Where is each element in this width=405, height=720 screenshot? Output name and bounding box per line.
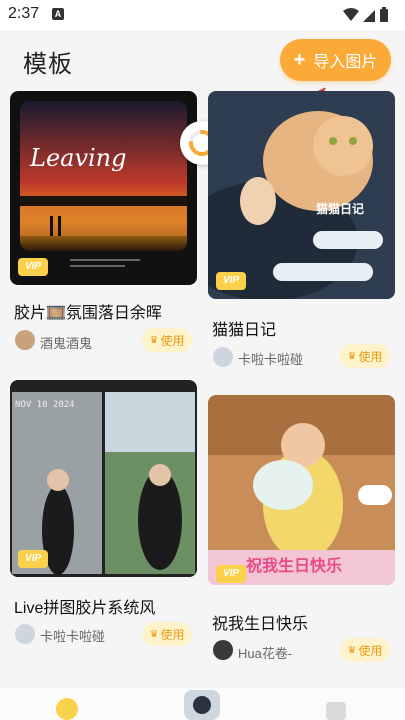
status-time: 2:37 <box>8 5 40 22</box>
template-thumbnail[interactable]: 猫猫日记 VIP <box>208 91 395 299</box>
crown-icon: ♛ <box>347 350 357 362</box>
avatar <box>15 624 35 644</box>
template-thumbnail[interactable]: NOV 10 2024 VIP <box>10 380 197 577</box>
crown-icon: ♛ <box>149 334 159 346</box>
author-name: 酒鬼酒鬼 <box>40 336 93 351</box>
template-title: 胶片🎞️氛围落日余晖 <box>14 305 162 322</box>
image-caption: Leaving <box>29 144 127 172</box>
vip-badge: VIP <box>216 565 246 583</box>
status-bar: 2:37 A <box>0 0 405 30</box>
vip-badge: VIP <box>216 272 246 290</box>
template-title: 祝我生日快乐 <box>212 616 309 633</box>
import-image-button[interactable]: + 导入图片 <box>280 39 391 81</box>
avatar <box>213 640 233 660</box>
use-button[interactable]: ♛ 使用 <box>142 622 192 646</box>
template-thumbnail[interactable]: Leaving VIP <box>10 91 197 285</box>
template-title: 猫猫日记 <box>212 322 277 339</box>
author-name: 卡啦卡啦碰 <box>40 629 106 644</box>
page-title: 模板 <box>23 51 73 78</box>
author-name: 卡啦卡啦碰 <box>238 352 304 367</box>
birthday-thumbnail: 祝我生日快乐 <box>208 395 395 585</box>
vip-badge: VIP <box>18 258 48 276</box>
use-button[interactable]: ♛ 使用 <box>340 638 390 662</box>
template-title: Live拼图胶片系统风 <box>14 600 156 617</box>
use-button[interactable]: ♛ 使用 <box>142 328 192 352</box>
crown-icon: ♛ <box>347 644 357 656</box>
template-thumbnail[interactable]: 祝我生日快乐 VIP <box>208 395 395 585</box>
use-label: 使用 <box>358 349 383 364</box>
sunset-thumbnail: Leaving <box>20 101 187 267</box>
bottom-nav <box>0 688 405 720</box>
signal-battery-icon <box>343 7 388 22</box>
nav-camera-icon[interactable] <box>184 690 220 720</box>
image-caption: 猫猫日记 <box>316 201 364 216</box>
author-name: Hua花卷- <box>238 646 293 661</box>
image-caption: 祝我生日快乐 <box>246 556 342 575</box>
notification-icon: A <box>52 8 64 20</box>
crown-icon: ♛ <box>149 628 159 640</box>
use-label: 使用 <box>358 643 383 658</box>
collage-thumbnail: NOV 10 2024 <box>10 380 197 577</box>
avatar <box>15 330 35 350</box>
nav-home-icon[interactable] <box>56 698 78 720</box>
header: 模板 + 导入图片 <box>0 30 405 90</box>
nav-profile-icon[interactable] <box>326 702 346 720</box>
template-card[interactable]: Leaving VIP 胶片🎞️氛围落日余晖 酒鬼酒鬼 ♛ 使用 <box>10 91 197 361</box>
template-card[interactable]: 猫猫日记 VIP 猫猫日记 卡啦卡啦碰 ♛ 使用 <box>208 91 395 371</box>
import-image-label: 导入图片 <box>313 54 378 71</box>
template-card[interactable]: NOV 10 2024 VIP Live拼图胶片系统风 卡啦卡啦碰 ♛ 使用 <box>10 380 197 655</box>
template-card[interactable]: 祝我生日快乐 VIP 祝我生日快乐 Hua花卷- ♛ 使用 <box>208 395 395 670</box>
vip-badge: VIP <box>18 550 48 568</box>
use-button[interactable]: ♛ 使用 <box>340 344 390 368</box>
cat-thumbnail: 猫猫日记 <box>208 91 395 299</box>
avatar <box>213 347 233 367</box>
plus-icon: + <box>293 49 306 71</box>
image-caption: NOV 10 2024 <box>15 400 75 410</box>
use-label: 使用 <box>160 333 185 348</box>
use-label: 使用 <box>160 627 185 642</box>
